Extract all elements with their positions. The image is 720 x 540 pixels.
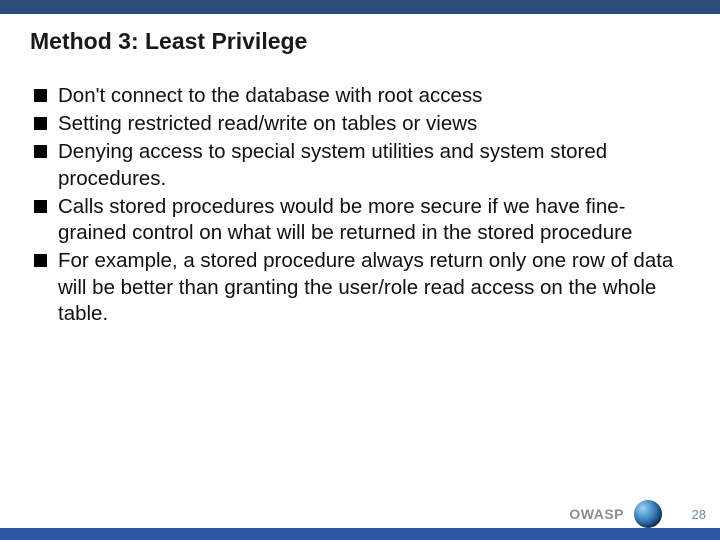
slide-title: Method 3: Least Privilege: [30, 28, 690, 55]
bottom-accent-bar: [0, 528, 720, 540]
page-number: 28: [692, 507, 706, 522]
footer-brand: OWASP: [569, 506, 624, 522]
list-item: For example, a stored procedure always r…: [34, 248, 690, 327]
list-item: Setting restricted read/write on tables …: [34, 111, 690, 137]
top-accent-bar: [0, 0, 720, 14]
list-item: Don't connect to the database with root …: [34, 83, 690, 109]
list-item: Calls stored procedures would be more se…: [34, 194, 690, 246]
bullet-list: Don't connect to the database with root …: [30, 83, 690, 327]
slide-footer: OWASP 28: [0, 490, 720, 540]
slide-body: Method 3: Least Privilege Don't connect …: [0, 14, 720, 327]
list-item: Denying access to special system utiliti…: [34, 139, 690, 191]
globe-icon: [634, 500, 662, 528]
